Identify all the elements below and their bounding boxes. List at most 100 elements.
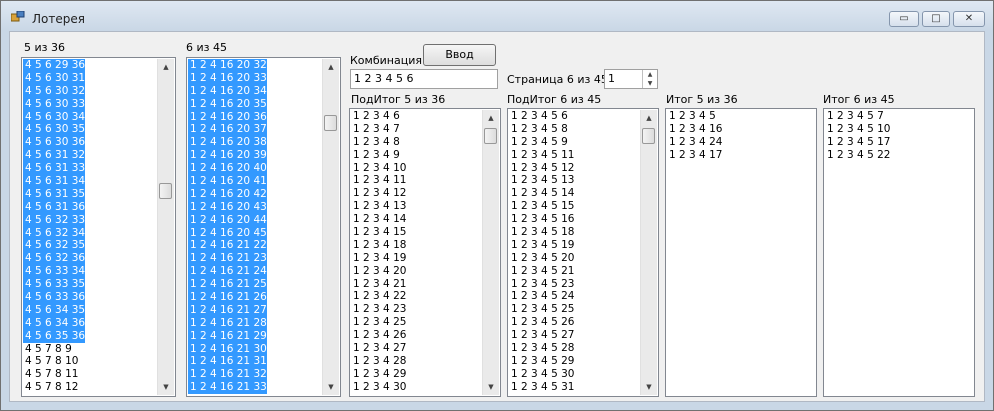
list-item[interactable]: 4 5 7 8 11 bbox=[23, 368, 85, 381]
list-item[interactable]: 1 2 4 16 21 33 bbox=[188, 381, 267, 395]
list-item[interactable]: 1 2 4 16 20 38 bbox=[188, 136, 267, 150]
list-item[interactable]: 1 2 3 4 5 26 bbox=[509, 316, 574, 329]
list-item[interactable]: 1 2 3 4 19 bbox=[351, 252, 406, 265]
list-item[interactable]: 1 2 3 4 12 bbox=[351, 187, 406, 200]
list-item[interactable]: 4 5 7 8 10 bbox=[23, 355, 85, 368]
list-item[interactable]: 1 2 4 16 21 30 bbox=[188, 342, 267, 356]
list-item[interactable]: 4 5 7 8 12 bbox=[23, 381, 85, 394]
list-item[interactable]: 1 2 3 4 5 24 bbox=[509, 290, 574, 303]
scroll-thumb[interactable] bbox=[159, 183, 172, 199]
list-item[interactable]: 4 5 6 30 33 bbox=[23, 97, 86, 111]
list-item[interactable]: 1 2 3 4 5 11 bbox=[509, 149, 574, 162]
list-item[interactable]: 1 2 3 4 27 bbox=[351, 342, 406, 355]
list-item[interactable]: 1 2 4 16 21 32 bbox=[188, 368, 267, 382]
page-spinner[interactable]: 1 ▲ ▼ bbox=[604, 69, 658, 89]
list-item[interactable]: 1 2 4 16 20 36 bbox=[188, 110, 267, 124]
list-item[interactable]: 1 2 3 4 5 13 bbox=[509, 174, 574, 187]
list-item[interactable]: 4 5 6 32 35 bbox=[23, 239, 86, 253]
list-item[interactable]: 4 5 6 33 36 bbox=[23, 291, 86, 304]
list-item[interactable]: 4 5 6 31 34 bbox=[23, 175, 86, 188]
list-item[interactable]: 1 2 4 16 21 28 bbox=[188, 316, 267, 330]
list-item[interactable]: 1 2 3 4 18 bbox=[351, 239, 406, 252]
list-item[interactable]: 1 2 3 4 5 bbox=[667, 110, 722, 123]
listbox-5-of-36-scrollbar[interactable]: ▲ ▼ bbox=[157, 59, 174, 395]
list-item[interactable]: 1 2 4 16 21 29 bbox=[188, 329, 267, 343]
list-item[interactable]: 1 2 3 4 5 17 bbox=[825, 136, 890, 149]
list-item[interactable]: 1 2 3 4 15 bbox=[351, 226, 406, 239]
list-item[interactable]: 1 2 3 4 5 8 bbox=[509, 123, 574, 136]
close-button[interactable]: ✕ bbox=[953, 11, 985, 27]
list-item[interactable]: 1 2 3 4 25 bbox=[351, 316, 406, 329]
list-item[interactable]: 1 2 3 4 6 bbox=[351, 110, 406, 123]
list-item[interactable]: 1 2 3 4 23 bbox=[351, 303, 406, 316]
scroll-down-icon[interactable]: ▼ bbox=[323, 379, 339, 395]
title-bar[interactable]: Лотерея ▭ □ ✕ bbox=[1, 1, 993, 31]
spin-down-icon[interactable]: ▼ bbox=[643, 79, 657, 88]
list-item[interactable]: 4 5 6 30 34 bbox=[23, 110, 86, 124]
scroll-up-icon[interactable]: ▲ bbox=[641, 110, 657, 126]
list-item[interactable]: 1 2 3 4 26 bbox=[351, 329, 406, 342]
list-item[interactable]: 1 2 3 4 5 15 bbox=[509, 200, 574, 213]
list-item[interactable]: 1 2 3 4 8 bbox=[351, 136, 406, 149]
list-item[interactable]: 1 2 3 4 5 30 bbox=[509, 368, 574, 381]
list-item[interactable]: 1 2 4 16 20 42 bbox=[188, 187, 267, 201]
list-item[interactable]: 1 2 4 16 20 39 bbox=[188, 149, 267, 163]
list-item[interactable]: 1 2 4 16 21 23 bbox=[188, 252, 267, 266]
list-item[interactable]: 1 2 3 4 13 bbox=[351, 200, 406, 213]
listbox-5-of-36[interactable]: 4 5 6 29 36 4 5 6 30 31 4 5 6 30 32 4 5 6 3… bbox=[21, 57, 176, 397]
list-item[interactable]: 1 2 3 4 5 20 bbox=[509, 252, 574, 265]
list-item[interactable]: 1 2 3 4 5 31 bbox=[509, 381, 574, 394]
list-item[interactable]: 1 2 3 4 5 22 bbox=[825, 149, 890, 162]
list-item[interactable]: 4 5 6 33 34 bbox=[23, 265, 86, 279]
list-item[interactable]: 1 2 3 4 5 23 bbox=[509, 278, 574, 291]
scroll-up-icon[interactable]: ▲ bbox=[483, 110, 499, 126]
list-item[interactable]: 4 5 6 32 36 bbox=[23, 252, 86, 266]
listbox-6-of-45-scrollbar[interactable]: ▲ ▼ bbox=[322, 59, 339, 395]
list-item[interactable]: 1 2 3 4 5 29 bbox=[509, 355, 574, 368]
list-item[interactable]: 1 2 4 16 20 34 bbox=[188, 84, 267, 98]
list-item[interactable]: 1 2 3 4 5 25 bbox=[509, 303, 574, 316]
listbox-subtotal-6-of-45-scrollbar[interactable]: ▲ ▼ bbox=[640, 110, 657, 395]
list-item[interactable]: 1 2 4 16 20 43 bbox=[188, 200, 267, 214]
list-item[interactable]: 1 2 4 16 20 40 bbox=[188, 162, 267, 176]
list-item[interactable]: 1 2 4 16 21 31 bbox=[188, 355, 267, 369]
list-item[interactable]: 4 5 6 30 31 bbox=[23, 71, 86, 85]
list-item[interactable]: 1 2 3 4 28 bbox=[351, 355, 406, 368]
list-item[interactable]: 1 2 4 16 20 37 bbox=[188, 123, 267, 137]
listbox-total-5-of-36[interactable]: 1 2 3 4 51 2 3 4 16 1 2 3 4 24 1 2 3 4 17 bbox=[665, 108, 817, 397]
minimize-button[interactable]: ▭ bbox=[889, 11, 919, 27]
scroll-up-icon[interactable]: ▲ bbox=[323, 59, 339, 75]
listbox-subtotal-6-of-45[interactable]: 1 2 3 4 5 61 2 3 4 5 81 2 3 4 5 91 2 3 4… bbox=[507, 108, 659, 397]
scroll-down-icon[interactable]: ▼ bbox=[641, 379, 657, 395]
list-item[interactable]: 1 2 3 4 5 7 bbox=[825, 110, 890, 123]
scroll-thumb[interactable] bbox=[324, 115, 337, 131]
spinner-arrows[interactable]: ▲ ▼ bbox=[642, 70, 657, 88]
list-item[interactable]: 1 2 3 4 5 21 bbox=[509, 265, 574, 278]
list-item[interactable]: 1 2 3 4 30 bbox=[351, 381, 406, 394]
list-item[interactable]: 1 2 3 4 5 16 bbox=[509, 213, 574, 226]
list-item[interactable]: 4 5 6 32 34 bbox=[23, 226, 86, 240]
list-item[interactable]: 1 2 4 16 21 25 bbox=[188, 278, 267, 292]
scroll-down-icon[interactable]: ▼ bbox=[483, 379, 499, 395]
list-item[interactable]: 1 2 3 4 10 bbox=[351, 162, 406, 175]
list-item[interactable]: 1 2 3 4 9 bbox=[351, 149, 406, 162]
listbox-subtotal-5-of-36[interactable]: 1 2 3 4 61 2 3 4 71 2 3 4 81 2 3 4 91 2 … bbox=[349, 108, 501, 397]
list-item[interactable]: 4 5 6 35 36 bbox=[23, 329, 86, 343]
list-item[interactable]: 1 2 4 16 20 33 bbox=[188, 71, 267, 85]
list-item[interactable]: 1 2 4 16 20 44 bbox=[188, 213, 267, 227]
list-item[interactable]: 4 5 6 32 33 bbox=[23, 213, 86, 227]
combination-input[interactable]: 1 2 3 4 5 6 bbox=[350, 69, 498, 89]
listbox-subtotal-5-of-36-scrollbar[interactable]: ▲ ▼ bbox=[482, 110, 499, 395]
list-item[interactable]: 1 2 3 4 5 9 bbox=[509, 136, 574, 149]
list-item[interactable]: 1 2 4 16 21 22 bbox=[188, 239, 267, 253]
list-item[interactable]: 4 5 6 29 36 bbox=[23, 59, 86, 72]
list-item[interactable]: 1 2 3 4 7 bbox=[351, 123, 406, 136]
list-item[interactable]: 1 2 3 4 29 bbox=[351, 368, 406, 381]
list-item[interactable]: 1 2 4 16 20 35 bbox=[188, 97, 267, 111]
list-item[interactable]: 4 5 6 31 35 bbox=[23, 187, 86, 201]
list-item[interactable]: 1 2 3 4 21 bbox=[351, 278, 406, 291]
list-item[interactable]: 4 5 6 33 35 bbox=[23, 278, 86, 292]
list-item[interactable]: 1 2 3 4 5 18 bbox=[509, 226, 574, 239]
maximize-button[interactable]: □ bbox=[922, 11, 950, 27]
list-item[interactable]: 1 2 3 4 11 bbox=[351, 174, 406, 187]
